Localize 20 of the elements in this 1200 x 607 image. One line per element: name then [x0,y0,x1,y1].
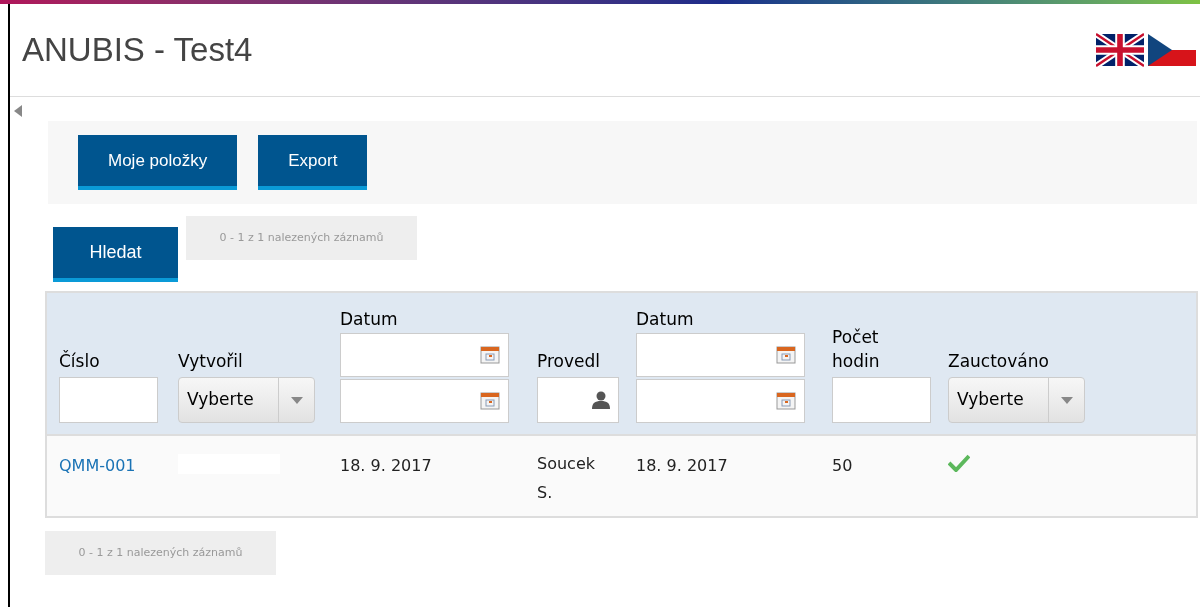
table-cell: 18. 9. 2017 [636,456,728,475]
result-count: 0 - 1 z 1 nalezených záznamů [186,216,417,260]
table-cell: 18. 9. 2017 [340,456,432,475]
toolbar-button[interactable]: Export [258,135,368,190]
filter-label: Počet hodin [832,326,881,373]
select-dropdown[interactable]: Vyberte [948,377,1085,423]
toolbar-button[interactable]: Moje položky [78,135,238,190]
filter-label: Provedl [537,350,601,373]
result-count: 0 - 1 z 1 nalezených záznamů [45,531,276,575]
table-cell-text: Soucek S. [537,453,596,504]
filter-label: Datum [340,308,399,331]
record-link[interactable]: QMM-001 [59,456,136,475]
filter-label: Číslo [59,349,101,373]
filter-label: Datum [636,308,695,331]
select-dropdown[interactable]: Vyberte [178,377,315,423]
search-tab[interactable]: Hledat [53,227,178,282]
table-cell: 50 [832,456,853,475]
filter-label: Vytvořil [178,350,244,373]
filter-label: Zauctováno [948,350,1050,373]
app-title: ANUBIS - Test4 [22,30,253,71]
